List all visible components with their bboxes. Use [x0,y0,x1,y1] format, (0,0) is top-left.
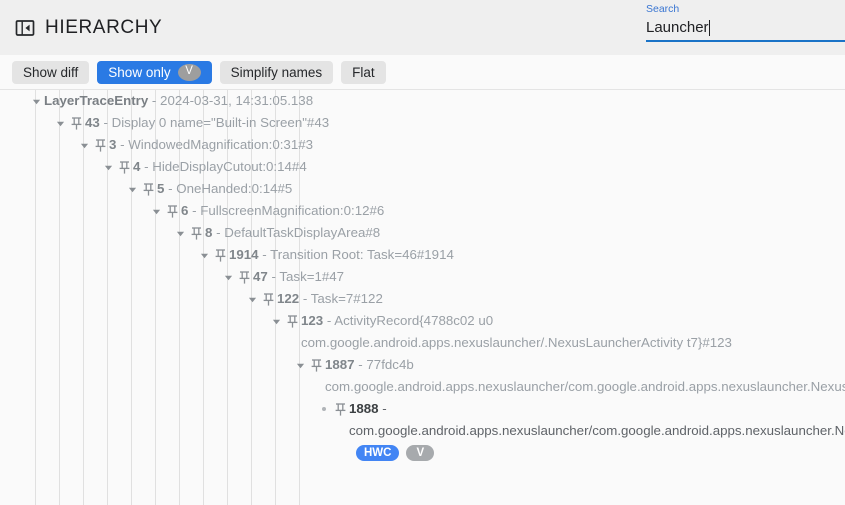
tree-node[interactable]: 6 - FullscreenMagnification:0:12#6 [0,200,845,222]
title-group: HIERARCHY [14,17,162,39]
show-diff-button[interactable]: Show diff [12,61,89,84]
search-input-value: Launcher [646,18,709,37]
tree-node-description: - HideDisplayCutout:0:14#4 [140,159,306,174]
tree-node[interactable]: 43 - Display 0 name="Built-in Screen"#43 [0,112,845,134]
chevron-down-icon[interactable] [268,310,284,332]
tree-node[interactable]: 47 - Task=1#47 [0,266,845,288]
tree-node-name: 122 [277,291,299,306]
tree-node[interactable]: 122 - Task=7#122 [0,288,845,310]
chevron-down-icon[interactable] [100,156,116,178]
pin-icon[interactable] [116,156,133,178]
search-field[interactable]: Search Launcher [646,3,845,42]
chevron-down-icon[interactable] [76,134,92,156]
tree-node-name: 123 [301,313,323,328]
chevron-down-icon[interactable] [172,222,188,244]
chevron-down-icon[interactable] [124,178,140,200]
pin-icon[interactable] [140,178,157,200]
tree-node[interactable]: 1914 - Transition Root: Task=46#1914 [0,244,845,266]
search-label: Search [646,3,845,15]
tree-node-name: 1914 [229,247,259,262]
tree-node-name: 43 [85,115,100,130]
tree-node-label: 1914 - Transition Root: Task=46#1914 [229,244,454,266]
pin-icon[interactable] [284,310,301,332]
tree-node-label: 123 - ActivityRecord{4788c02 u0 com.goog… [301,310,845,354]
tree-node-label: LayerTraceEntry - 2024-03-31, 14:31:05.1… [44,90,313,112]
pin-icon[interactable] [212,244,229,266]
pin-icon[interactable] [236,266,253,288]
show-only-label: Show only [108,65,170,80]
search-input[interactable]: Launcher [646,15,845,40]
tree-node-description: - DefaultTaskDisplayArea#8 [212,225,380,240]
tree-node-name: 1888 [349,401,379,416]
tree-node-label: 3 - WindowedMagnification:0:31#3 [109,134,313,156]
tree-node-description: - Task=7#122 [299,291,383,306]
chevron-down-icon[interactable] [244,288,260,310]
tree-node-label: 43 - Display 0 name="Built-in Screen"#43 [85,112,329,134]
simplify-names-button[interactable]: Simplify names [220,61,334,84]
pin-icon[interactable] [188,222,205,244]
page-title: HIERARCHY [45,17,162,39]
pin-icon[interactable] [164,200,181,222]
tree-node-label: 4 - HideDisplayCutout:0:14#4 [133,156,307,178]
tree-node-description: - WindowedMagnification:0:31#3 [116,137,313,152]
show-only-chip[interactable]: V [178,64,201,81]
chevron-down-icon[interactable] [196,244,212,266]
collapse-panel-left-icon[interactable] [14,17,36,39]
tree-node-name: 47 [253,269,268,284]
tree-node[interactable]: 123 - ActivityRecord{4788c02 u0 com.goog… [0,310,845,354]
search-underline [646,40,845,42]
tree-node-name: 1887 [325,357,355,372]
tree-node[interactable]: 4 - HideDisplayCutout:0:14#4 [0,156,845,178]
tree-node-description: - FullscreenMagnification:0:12#6 [188,203,384,218]
tree-node-description: - Display 0 name="Built-in Screen"#43 [100,115,329,130]
chevron-down-icon[interactable] [292,354,308,376]
pin-icon[interactable] [92,134,109,156]
show-diff-label: Show diff [23,65,78,80]
status-badge-v[interactable]: V [406,445,434,461]
flat-button[interactable]: Flat [341,61,386,84]
tree-node[interactable]: 3 - WindowedMagnification:0:31#3 [0,134,845,156]
show-only-button[interactable]: Show only V [97,61,211,84]
tree-node-name: LayerTraceEntry [44,93,148,108]
tree-node-label: 1887 - 77fdc4b com.google.android.apps.n… [325,354,845,398]
tree-node-label: 122 - Task=7#122 [277,288,383,310]
flat-label: Flat [352,65,375,80]
tree-node-description: - 2024-03-31, 14:31:05.138 [148,93,313,108]
tree-node[interactable]: 1888 - com.google.android.apps.nexuslaun… [0,398,845,464]
tree-node[interactable]: LayerTraceEntry - 2024-03-31, 14:31:05.1… [0,90,845,112]
chevron-down-icon[interactable] [52,112,68,134]
tree-node-label: 5 - OneHanded:0:14#5 [157,178,292,200]
chevron-down-icon[interactable] [148,200,164,222]
pin-icon[interactable] [260,288,277,310]
tree-node[interactable]: 8 - DefaultTaskDisplayArea#8 [0,222,845,244]
app-header: HIERARCHY Search Launcher [0,0,845,55]
hierarchy-tree[interactable]: LayerTraceEntry - 2024-03-31, 14:31:05.1… [0,90,845,505]
simplify-names-label: Simplify names [231,65,323,80]
tree-node-description: - Task=1#47 [268,269,344,284]
chevron-down-icon[interactable] [28,90,44,112]
pin-icon[interactable] [332,398,349,420]
chevron-down-icon[interactable] [220,266,236,288]
tree-node-label: 8 - DefaultTaskDisplayArea#8 [205,222,380,244]
tree-node-description: - 77fdc4b com.google.android.apps.nexusl… [325,357,845,394]
status-badge-hwc[interactable]: HWC [356,445,399,461]
tree-node-description: - ActivityRecord{4788c02 u0 com.google.a… [301,313,732,350]
tree-node-label: 1888 - com.google.android.apps.nexuslaun… [349,398,845,464]
tree-node-description: - Transition Root: Task=46#1914 [259,247,454,262]
text-caret [709,20,710,36]
filter-toolbar: Show diff Show only V Simplify names Fla… [0,55,845,90]
tree-node-label: 6 - FullscreenMagnification:0:12#6 [181,200,384,222]
tree-node[interactable]: 5 - OneHanded:0:14#5 [0,178,845,200]
tree-node[interactable]: 1887 - 77fdc4b com.google.android.apps.n… [0,354,845,398]
tree-node-label: 47 - Task=1#47 [253,266,344,288]
pin-icon[interactable] [68,112,85,134]
tree-node-description: - com.google.android.apps.nexuslauncher/… [349,401,845,438]
tree-node-description: - OneHanded:0:14#5 [164,181,292,196]
tree-leaf-dot [316,398,332,420]
pin-icon[interactable] [308,354,325,376]
